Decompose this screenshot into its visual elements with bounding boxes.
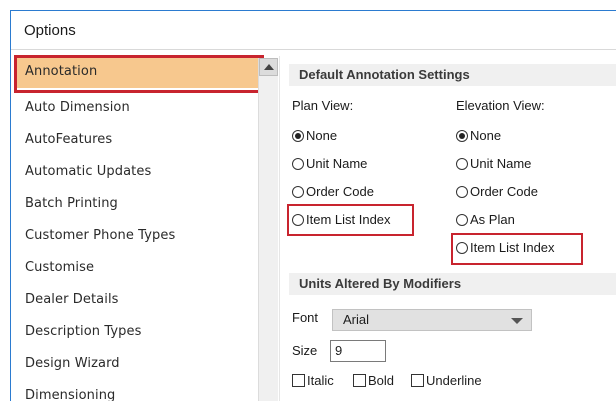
size-input[interactable]: 9 [330, 340, 386, 362]
elevation-radio-as-plan[interactable]: As Plan [456, 212, 515, 227]
radio-label: None [306, 128, 338, 143]
radio-icon [456, 241, 468, 254]
list-item-description-types[interactable]: Description Types [14, 316, 264, 348]
plan-view-label: Plan View: [292, 98, 354, 113]
font-dropdown[interactable]: Arial [332, 309, 532, 331]
radio-icon [456, 213, 468, 226]
radio-label: None [470, 128, 502, 143]
font-label: Font [292, 310, 319, 325]
section-header-units-altered: Units Altered By Modifiers [289, 273, 616, 295]
list-scrollbar[interactable] [258, 58, 278, 401]
radio-icon [292, 157, 304, 170]
elevation-view-label: Elevation View: [456, 98, 545, 113]
radio-label: Unit Name [470, 156, 532, 171]
elevation-radio-none[interactable]: None [456, 128, 501, 143]
list-item-autofeatures[interactable]: AutoFeatures [14, 124, 264, 156]
checkbox-label: Bold [368, 373, 395, 388]
radio-label: Order Code [470, 184, 538, 199]
elevation-radio-item-list-index[interactable]: Item List Index [456, 240, 555, 255]
list-item-design-wizard[interactable]: Design Wizard [14, 348, 264, 380]
chevron-down-icon [511, 318, 523, 324]
font-dropdown-value: Arial [343, 312, 370, 327]
list-item-dealer-details[interactable]: Dealer Details [14, 284, 264, 316]
panel-divider [279, 56, 280, 401]
list-item-batch-printing[interactable]: Batch Printing [14, 188, 264, 220]
checkbox-label: Underline [426, 373, 482, 388]
radio-icon [292, 213, 304, 226]
checkbox-label: Italic [307, 373, 334, 388]
radio-icon [456, 157, 468, 170]
radio-label: Unit Name [306, 156, 368, 171]
list-item-annotation[interactable]: Annotation [14, 56, 264, 88]
list-item-customer-phone-types[interactable]: Customer Phone Types [14, 220, 264, 252]
elevation-radio-unit-name[interactable]: Unit Name [456, 156, 531, 171]
list-item-dimensioning[interactable]: Dimensioning [14, 380, 264, 401]
title-separator [11, 49, 616, 50]
italic-checkbox[interactable]: Italic [292, 373, 334, 388]
list-item-auto-dimension[interactable]: Auto Dimension [14, 92, 264, 124]
checkbox-icon [411, 374, 424, 387]
size-label: Size [292, 343, 318, 358]
checkbox-icon [292, 374, 305, 387]
radio-label: As Plan [470, 212, 515, 227]
category-list[interactable]: Annotation Auto Dimension AutoFeatures A… [14, 56, 265, 401]
elevation-radio-order-code[interactable]: Order Code [456, 184, 538, 199]
radio-label: Order Code [306, 184, 374, 199]
underline-checkbox[interactable]: Underline [411, 373, 482, 388]
radio-selected-icon [456, 129, 468, 142]
window-title: Options [24, 22, 76, 39]
section-header-annotation: Default Annotation Settings [289, 64, 616, 86]
radio-label: Item List Index [306, 212, 391, 227]
plan-radio-item-list-index[interactable]: Item List Index [292, 212, 391, 227]
plan-radio-unit-name[interactable]: Unit Name [292, 156, 367, 171]
bold-checkbox[interactable]: Bold [353, 373, 394, 388]
plan-radio-none[interactable]: None [292, 128, 337, 143]
radio-icon [292, 185, 304, 198]
checkbox-icon [353, 374, 366, 387]
radio-icon [456, 185, 468, 198]
radio-selected-icon [292, 129, 304, 142]
list-item-automatic-updates[interactable]: Automatic Updates [14, 156, 264, 188]
scroll-up-arrow-icon[interactable] [259, 58, 278, 76]
radio-label: Item List Index [470, 240, 555, 255]
list-item-customise[interactable]: Customise [14, 252, 264, 284]
plan-radio-order-code[interactable]: Order Code [292, 184, 374, 199]
